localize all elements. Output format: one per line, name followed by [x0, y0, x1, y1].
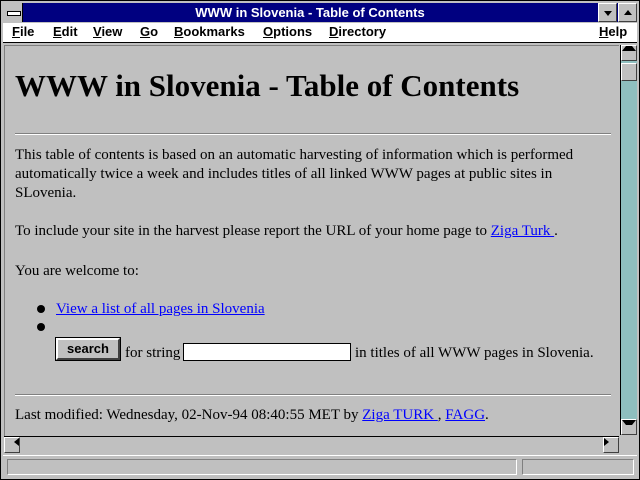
menu-help[interactable]: Help [599, 24, 627, 39]
menu-bookmarks[interactable]: Bookmarks [174, 24, 245, 39]
menu-directory[interactable]: Directory [329, 24, 386, 39]
scroll-down-icon[interactable] [621, 419, 637, 435]
scroll-right-icon[interactable] [603, 437, 619, 453]
include-text: To include your site in the harvest plea… [15, 223, 491, 239]
title-bar[interactable]: WWW in Slovenia - Table of Contents [3, 3, 637, 22]
welcome-text: You are welcome to: [15, 263, 139, 279]
progress-panel [522, 459, 634, 475]
page-title: WWW in Slovenia - Table of Contents [15, 68, 520, 103]
divider [15, 133, 611, 135]
maximize-icon[interactable] [618, 3, 637, 22]
view-all-pages-link[interactable]: View a list of all pages in Slovenia [56, 301, 265, 317]
menu-edit[interactable]: Edit [53, 24, 78, 39]
last-modified: Last modified: Wednesday, 02-Nov-94 08:4… [15, 407, 489, 423]
ziga-turk-author-link[interactable]: Ziga TURK [362, 407, 438, 423]
ziga-turk-link[interactable]: Ziga Turk [491, 223, 554, 239]
menu-options[interactable]: Options [263, 24, 312, 39]
in-titles-label: in titles of all WWW pages in Slovenia. [355, 345, 594, 361]
intro-text: This table of contents is based on an au… [15, 147, 574, 201]
divider [15, 394, 611, 396]
fagg-link[interactable]: FAGG [445, 407, 485, 423]
menu-go[interactable]: Go [140, 24, 158, 39]
status-bar [3, 455, 637, 478]
vertical-scrollbar[interactable] [620, 45, 637, 435]
menu-file[interactable]: File [12, 24, 34, 39]
include-paragraph: To include your site in the harvest plea… [15, 223, 558, 239]
status-message [7, 459, 517, 475]
list-bullet [37, 305, 45, 313]
minimize-icon[interactable] [598, 3, 617, 22]
scroll-left-icon[interactable] [4, 437, 20, 453]
search-button[interactable]: search [55, 337, 121, 361]
list-item: View a list of all pages in Slovenia [56, 300, 456, 319]
system-menu-icon[interactable] [3, 3, 23, 22]
menu-view[interactable]: View [93, 24, 122, 39]
window-title: WWW in Slovenia - Table of Contents [195, 5, 425, 20]
search-input[interactable] [183, 343, 351, 361]
horizontal-scroll-track[interactable] [20, 437, 603, 453]
for-string-label: for string [125, 345, 181, 361]
scroll-up-icon[interactable] [621, 45, 637, 61]
list-bullet [37, 323, 45, 331]
browser-window: WWW in Slovenia - Table of Contents File… [0, 0, 640, 480]
menu-bar: File Edit View Go Bookmarks Options Dire… [3, 23, 637, 43]
horizontal-scrollbar[interactable] [4, 436, 619, 453]
document-view[interactable]: WWW in Slovenia - Table of Contents This… [4, 45, 619, 436]
vertical-scroll-thumb[interactable] [621, 63, 637, 81]
